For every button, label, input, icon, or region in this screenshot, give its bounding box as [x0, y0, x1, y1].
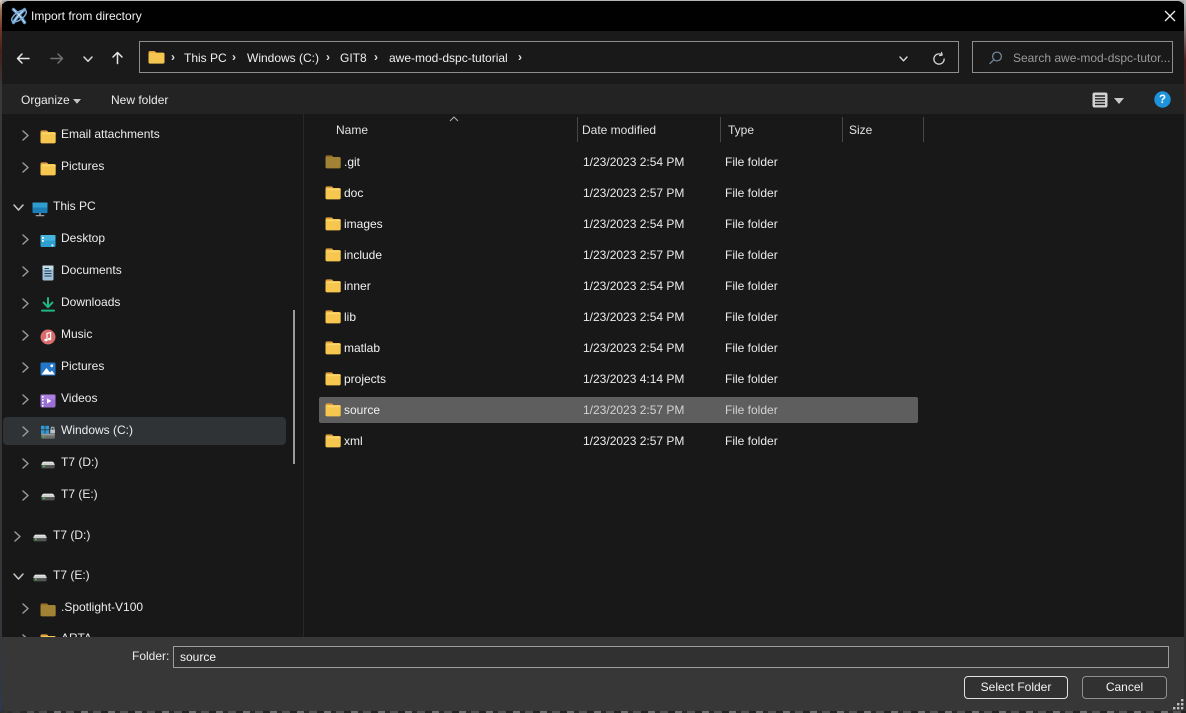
svg-text:?: ?: [1159, 94, 1166, 106]
